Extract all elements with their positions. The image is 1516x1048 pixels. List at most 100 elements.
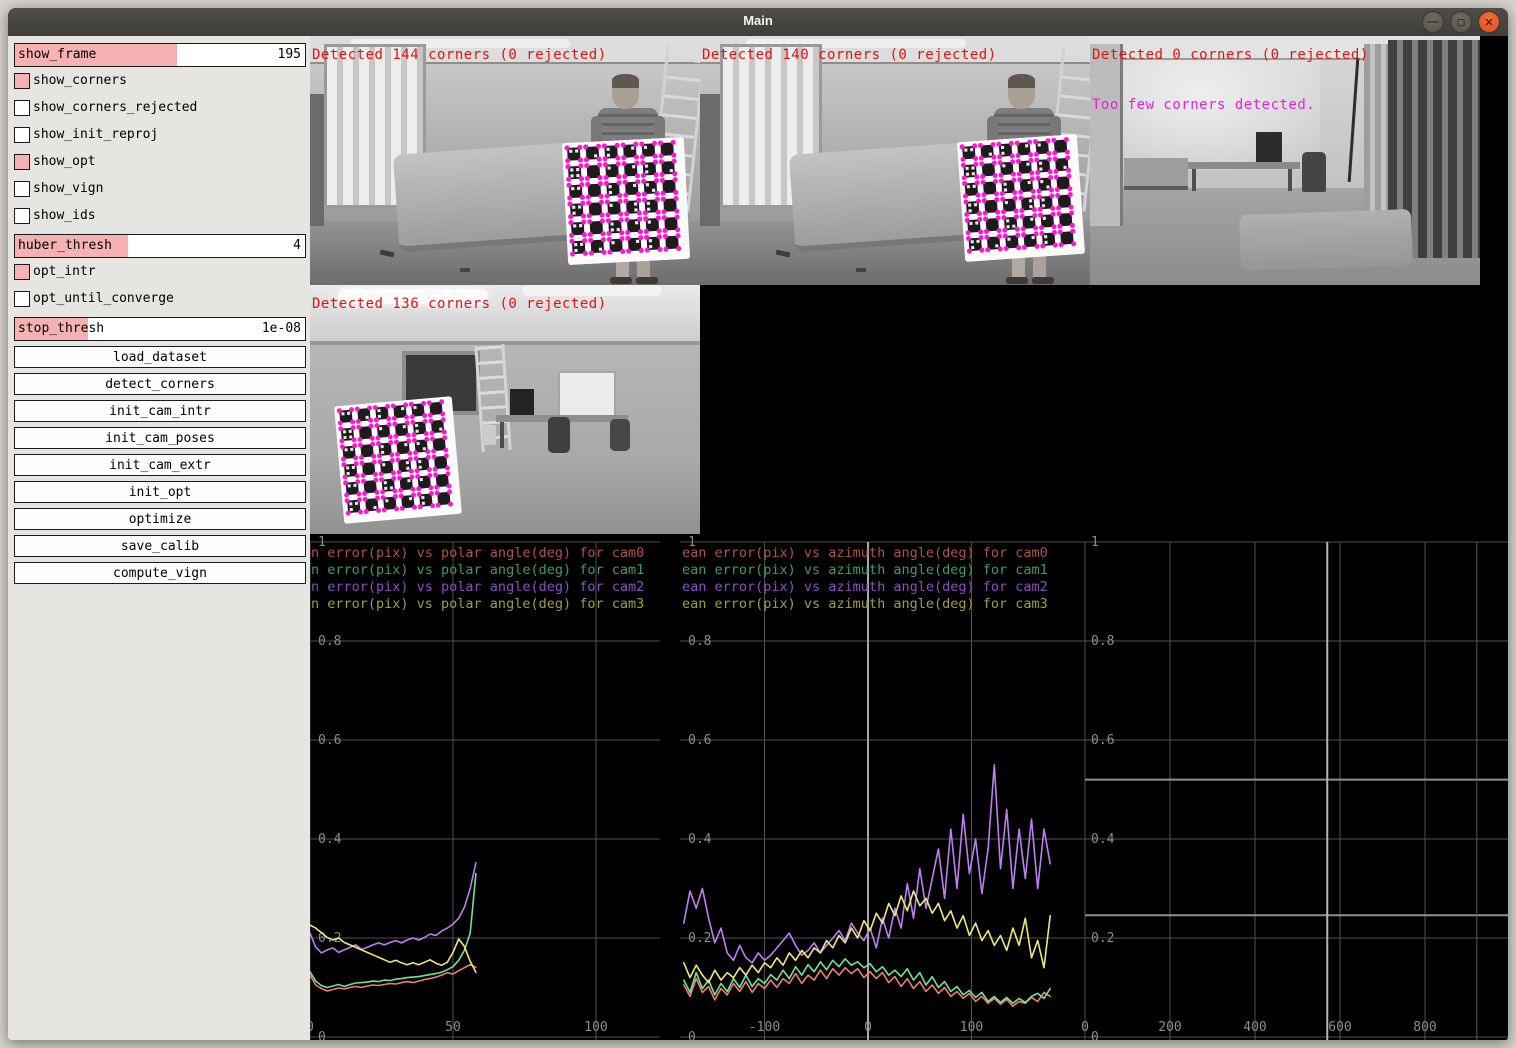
render-stage: 10.80.60.40.20050100n error(pix) vs pola… [310, 36, 1508, 1040]
detection-status: Detected 144 corners (0 rejected) [312, 48, 607, 62]
slider-label: huber_thresh [18, 238, 112, 253]
checkbox-label: show_ids [33, 208, 96, 223]
button-init_cam_poses[interactable]: init_cam_poses [14, 427, 306, 449]
person-hair [612, 74, 639, 88]
corner-warning: Too few corners detected. [1092, 98, 1315, 112]
camera-view-cam3[interactable]: Detected 136 corners (0 rejected) [310, 285, 700, 534]
x-tick-label: 0 [1081, 1020, 1089, 1035]
x-tick-label: 50 [445, 1020, 461, 1035]
legend-line: ean error(pix) vs azimuth angle(deg) for… [682, 562, 1048, 578]
button-init_cam_intr[interactable]: init_cam_intr [14, 400, 306, 422]
desk-legs [1192, 169, 1296, 191]
slider-value: 4 [293, 238, 301, 253]
titlebar[interactable]: Main — ▢ ✕ [8, 8, 1508, 37]
y-tick-label: 0.4 [318, 832, 342, 847]
person-shoe-left [1006, 277, 1028, 284]
checkbox-show_vign[interactable] [14, 181, 30, 197]
person-shoe-left [610, 277, 632, 284]
person-shoe-right [1032, 277, 1054, 284]
checkbox-label: opt_until_converge [33, 291, 174, 306]
y-tick-label: 0.8 [1091, 634, 1114, 649]
checkbox-opt_until_converge[interactable] [14, 291, 30, 307]
office-chair-2 [610, 419, 630, 451]
calibration-board-pattern [323, 395, 473, 525]
checkbox-opt_intr[interactable] [14, 264, 30, 280]
monitor [510, 389, 534, 417]
mattress [1239, 209, 1413, 271]
button-load_dataset[interactable]: load_dataset [14, 346, 306, 368]
button-init_opt[interactable]: init_opt [14, 481, 306, 503]
y-tick-label: 0.8 [318, 634, 341, 649]
checkbox-row-show_ids: show_ids [14, 207, 306, 224]
checkbox-label: show_init_reproj [33, 127, 158, 142]
monitor [1256, 132, 1282, 164]
floor-mark-2 [460, 268, 470, 272]
checkbox-show_corners[interactable] [14, 73, 30, 89]
person-hair [1008, 74, 1035, 88]
legend-line: n error(pix) vs polar angle(deg) for cam… [311, 596, 644, 612]
calibration-board-pattern [954, 134, 1088, 262]
y-tick-label: 0 [688, 1030, 696, 1040]
checkbox-show_ids[interactable] [14, 208, 30, 224]
y-tick-label: 0.4 [688, 832, 712, 847]
side-table [1124, 158, 1188, 190]
button-compute_vign[interactable]: compute_vign [14, 562, 306, 584]
window-title: Main [8, 13, 1508, 28]
minimize-icon: — [1428, 16, 1439, 28]
camera-view-cam1[interactable]: Detected 140 corners (0 rejected) [700, 36, 1090, 285]
checkbox-show_opt[interactable] [14, 154, 30, 170]
office-chair [1302, 152, 1326, 192]
checkbox-row-show_vign: show_vign [14, 180, 306, 197]
slider-label: stop_thresh [18, 321, 104, 336]
slider-huber_thresh[interactable]: huber_thresh 4 [14, 234, 306, 258]
whiteboard [558, 371, 616, 417]
x-tick-label: 200 [1158, 1020, 1181, 1035]
checkbox-label: show_corners [33, 73, 127, 88]
x-tick-label: 800 [1413, 1020, 1436, 1035]
close-button[interactable]: ✕ [1478, 11, 1500, 33]
button-init_cam_extr[interactable]: init_cam_extr [14, 454, 306, 476]
y-tick-label: 0.2 [1091, 931, 1114, 946]
y-tick-label: 0.8 [688, 634, 711, 649]
checkbox-row-show_opt: show_opt [14, 153, 306, 170]
checkbox-label: show_vign [33, 181, 103, 196]
slider-show_frame[interactable]: show_frame 195 [14, 43, 306, 67]
checkbox-show_init_reproj[interactable] [14, 127, 30, 143]
person-shoe-right [636, 277, 658, 284]
minimize-button[interactable]: — [1422, 11, 1444, 33]
main-window: Main — ▢ ✕ show_frame 195 show_corners show_c… [8, 8, 1508, 1040]
maximize-icon: ▢ [1457, 17, 1466, 28]
calibration-board [559, 137, 693, 266]
x-tick-label: 100 [584, 1020, 607, 1035]
trash-bin [482, 425, 496, 445]
y-tick-label: 0.6 [1091, 733, 1114, 748]
slider-value: 195 [278, 47, 301, 62]
x-tick-label: -100 [749, 1020, 780, 1035]
button-detect_corners[interactable]: detect_corners [14, 373, 306, 395]
desk [1188, 162, 1300, 169]
camera-view-cam2[interactable]: Detected 0 corners (0 rejected)Too few c… [1090, 36, 1480, 285]
legend-line: n error(pix) vs polar angle(deg) for cam… [311, 562, 644, 578]
slider-label: show_frame [18, 47, 96, 62]
checkbox-label: show_opt [33, 154, 96, 169]
door-frame [1090, 44, 1123, 226]
y-tick-label: 0 [1091, 1030, 1099, 1040]
legend-line: ean error(pix) vs azimuth angle(deg) for… [682, 596, 1048, 612]
ceiling-beam [310, 341, 700, 345]
slider-stop_thresh[interactable]: stop_thresh 1e-08 [14, 317, 306, 341]
x-tick-label: 100 [960, 1020, 983, 1035]
checkbox-row-show_corners: show_corners [14, 72, 306, 89]
checkbox-row-opt_intr: opt_intr [14, 263, 306, 280]
y-tick-label: 0.6 [318, 733, 341, 748]
slider-value: 1e-08 [262, 321, 301, 336]
checkbox-row-show_corners_rejected: show_corners_rejected [14, 99, 306, 116]
checkbox-show_corners_rejected[interactable] [14, 100, 30, 116]
maximize-button[interactable]: ▢ [1450, 11, 1472, 33]
button-save_calib[interactable]: save_calib [14, 535, 306, 557]
checkbox-row-show_init_reproj: show_init_reproj [14, 126, 306, 143]
bright-wall [1120, 60, 1320, 170]
ceiling-lamp-2 [522, 285, 662, 296]
camera-view-cam0[interactable]: Detected 144 corners (0 rejected) [310, 36, 700, 285]
button-optimize[interactable]: optimize [14, 508, 306, 530]
legend-line: n error(pix) vs polar angle(deg) for cam… [311, 545, 644, 561]
